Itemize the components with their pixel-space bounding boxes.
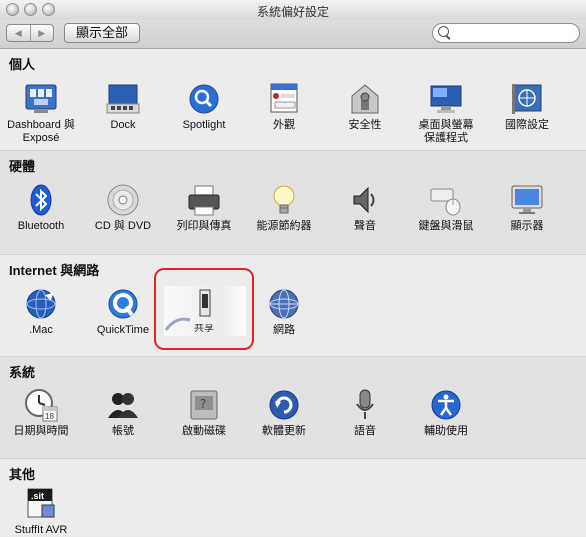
pane-dock[interactable]: Dock bbox=[83, 82, 163, 132]
back-button[interactable]: ◀ bbox=[7, 25, 31, 41]
calendar-badge: 18 bbox=[45, 412, 54, 421]
pane-sound[interactable]: 聲音 bbox=[325, 183, 405, 233]
pane-network[interactable]: 網路 bbox=[244, 287, 324, 337]
back-forward-control: ◀ ▶ bbox=[6, 24, 54, 42]
bluetooth-icon bbox=[24, 183, 58, 217]
pane-label: 網路 bbox=[273, 324, 295, 336]
pane-label: 顯示器 bbox=[510, 220, 544, 232]
pane-label: 國際設定 bbox=[505, 119, 549, 131]
pane-cd-dvd[interactable]: CD 與 DVD bbox=[83, 183, 163, 233]
pane-label: 軟體更新 bbox=[262, 425, 306, 437]
accounts-icon bbox=[106, 388, 140, 422]
pane-label: 外觀 bbox=[273, 119, 295, 131]
pane-software-update[interactable]: 軟體更新 bbox=[244, 388, 324, 438]
pane-energy-saver[interactable]: 能源節約器 bbox=[244, 183, 324, 233]
quicktime-icon bbox=[106, 287, 140, 321]
pane-desktop-screensaver[interactable]: 桌面與螢幕保護程式 bbox=[406, 82, 486, 145]
pane-label: 輔助使用 bbox=[424, 425, 468, 437]
date-time-icon: 18 bbox=[24, 388, 58, 422]
forward-button[interactable]: ▶ bbox=[31, 25, 54, 41]
section-internet-network: Internet 與網路 .Mac QuickTime 網路 bbox=[0, 255, 586, 357]
pane-label: .Mac bbox=[29, 324, 53, 336]
pane-startup-disk[interactable]: ? 啟動磁碟 bbox=[164, 388, 244, 438]
pane-label: 啟動磁碟 bbox=[182, 425, 226, 437]
pane-bluetooth[interactable]: Bluetooth bbox=[1, 183, 81, 233]
dragged-pane-label: 共享 bbox=[194, 324, 214, 332]
sound-icon bbox=[348, 183, 382, 217]
pane-label: 帳號 bbox=[112, 425, 134, 437]
desktop-screensaver-icon bbox=[429, 82, 463, 116]
dragged-sharing-preview[interactable]: 共享 bbox=[164, 286, 246, 336]
pane-label: 日期與時間 bbox=[13, 425, 69, 437]
svg-text:?: ? bbox=[200, 397, 206, 411]
pane-dotmac[interactable]: .Mac bbox=[1, 287, 81, 337]
software-update-icon bbox=[267, 388, 301, 422]
pane-label: 列印與傳真 bbox=[176, 220, 232, 232]
pane-label: 安全性 bbox=[348, 119, 382, 131]
stuffit-icon: .sit bbox=[24, 487, 58, 521]
pane-appearance[interactable]: 外觀 bbox=[244, 82, 324, 132]
pane-label: QuickTime bbox=[96, 324, 150, 336]
section-title-other: 其他 bbox=[9, 467, 36, 482]
network-icon bbox=[267, 287, 301, 321]
pane-stuffit-avr[interactable]: .sit StuffIt AVR bbox=[1, 487, 81, 537]
section-title-personal: 個人 bbox=[9, 57, 36, 72]
search-input[interactable] bbox=[453, 25, 577, 41]
speech-icon bbox=[348, 388, 382, 422]
window-title: 系統偏好設定 bbox=[256, 5, 329, 19]
pane-label: 桌面與螢幕保護程式 bbox=[418, 119, 474, 144]
pane-label: Spotlight bbox=[182, 119, 226, 131]
pane-universal-access[interactable]: 輔助使用 bbox=[406, 388, 486, 438]
appearance-icon bbox=[267, 82, 301, 116]
search-icon bbox=[438, 26, 449, 37]
show-all-button[interactable]: 顯示全部 bbox=[64, 23, 140, 43]
pane-label: Dashboard 與 Exposé bbox=[7, 119, 75, 144]
toolbar: ◀ ▶ 顯示全部 bbox=[0, 20, 586, 49]
pane-print-fax[interactable]: 列印與傳真 bbox=[164, 183, 244, 233]
stuffit-badge: .sit bbox=[31, 491, 44, 501]
universal-access-icon bbox=[429, 388, 463, 422]
pane-accounts[interactable]: 帳號 bbox=[83, 388, 163, 438]
pane-label: 語音 bbox=[354, 425, 376, 437]
pane-date-time[interactable]: 18 日期與時間 bbox=[1, 388, 81, 438]
section-hardware: 硬體 Bluetooth CD 與 DVD 列印與傳真 能源節約器 聲音 鍵盤與… bbox=[0, 151, 586, 255]
section-system: 系統 18 日期與時間 帳號 ? 啟動磁碟 軟體更新 語音 輔助使用 bbox=[0, 357, 586, 459]
print-fax-icon bbox=[187, 183, 221, 217]
section-title-internet: Internet 與網路 bbox=[9, 263, 100, 278]
pane-speech[interactable]: 語音 bbox=[325, 388, 405, 438]
pane-label: Bluetooth bbox=[17, 220, 65, 232]
dotmac-icon bbox=[24, 287, 58, 321]
pane-label: StuffIt AVR bbox=[14, 524, 68, 536]
search-field[interactable] bbox=[432, 23, 580, 43]
pane-quicktime[interactable]: QuickTime bbox=[83, 287, 163, 337]
dashboard-expose-icon bbox=[24, 82, 58, 116]
title-bar[interactable]: 系統偏好設定 bbox=[0, 0, 586, 21]
pane-label: 能源節約器 bbox=[256, 220, 312, 232]
section-personal: 個人 Dashboard 與 Exposé Dock Spotlight 外觀 bbox=[0, 49, 586, 151]
system-preferences-window: 系統偏好設定 ◀ ▶ 顯示全部 個人 Dashboard 與 Exposé Do… bbox=[0, 0, 586, 537]
pane-label: CD 與 DVD bbox=[94, 220, 152, 232]
dock-icon bbox=[106, 82, 140, 116]
displays-icon bbox=[510, 183, 544, 217]
energy-saver-icon bbox=[267, 183, 301, 217]
spotlight-icon bbox=[187, 82, 221, 116]
pane-security[interactable]: 安全性 bbox=[325, 82, 405, 132]
cd-dvd-icon bbox=[106, 183, 140, 217]
pane-label: Dock bbox=[110, 119, 136, 131]
pane-displays[interactable]: 顯示器 bbox=[487, 183, 567, 233]
section-title-system: 系統 bbox=[9, 365, 36, 380]
pane-keyboard-mouse[interactable]: 鍵盤與滑鼠 bbox=[406, 183, 486, 233]
pane-spotlight[interactable]: Spotlight bbox=[164, 82, 244, 132]
pane-label: 聲音 bbox=[354, 220, 376, 232]
pane-label: 鍵盤與滑鼠 bbox=[418, 220, 474, 232]
startup-disk-icon: ? bbox=[187, 388, 221, 422]
pane-dashboard-expose[interactable]: Dashboard 與 Exposé bbox=[1, 82, 81, 145]
international-icon bbox=[510, 82, 544, 116]
section-title-hardware: 硬體 bbox=[9, 159, 36, 174]
pane-international[interactable]: 國際設定 bbox=[487, 82, 567, 132]
highlighted-empty-slot[interactable]: 共享 bbox=[154, 268, 254, 350]
security-icon bbox=[348, 82, 382, 116]
section-other: 其他 .sit StuffIt AVR bbox=[0, 459, 586, 537]
keyboard-mouse-icon bbox=[429, 183, 463, 217]
